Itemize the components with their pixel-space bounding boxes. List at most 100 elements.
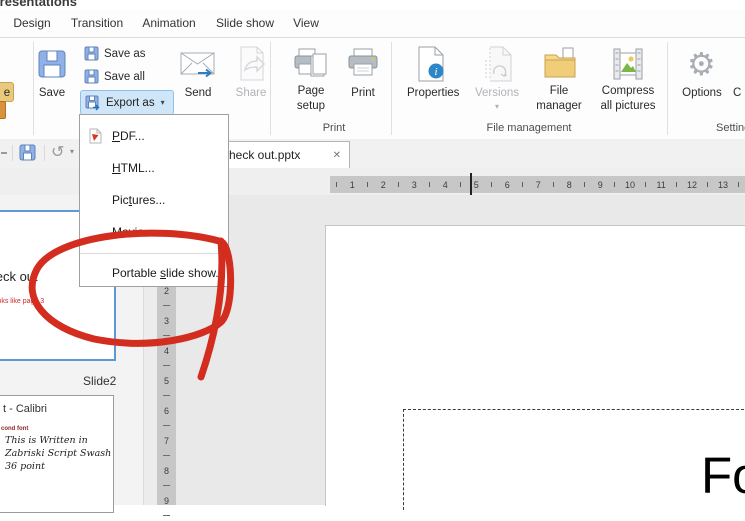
versions-label: Versions (472, 87, 522, 99)
page-setup-icon (294, 48, 328, 87)
document-tab[interactable]: check out.pptx ✕ (210, 141, 350, 168)
quick-save-icon (19, 144, 36, 161)
slide-thumbnail-2[interactable]: t - Calibri cond font This is Written in… (0, 395, 114, 513)
ruler-cell: 7 (516, 176, 547, 193)
settings-group-label: Settings (716, 122, 745, 134)
slide2-label: Slide2 (83, 374, 116, 388)
ruler-cell: 6 (157, 401, 176, 431)
slide1-note: looks like page 3 (0, 298, 44, 305)
undo-chevron-down-icon[interactable]: ▾ (70, 147, 74, 156)
tab-close-icon[interactable]: ✕ (333, 150, 341, 161)
print-button[interactable]: Print (342, 44, 384, 122)
save-button[interactable]: Save (32, 44, 72, 122)
export-as-icon (85, 95, 101, 111)
menu-design[interactable]: Design (6, 10, 58, 36)
pdf-icon (88, 128, 103, 144)
text-placeholder[interactable] (403, 409, 745, 510)
page-setup-label1: Page (288, 85, 334, 97)
menu-item-label: Movie... (112, 225, 154, 239)
ruler-margin-marker (470, 173, 472, 196)
share-button: Share (229, 44, 273, 122)
slide1-title: check out (0, 269, 38, 284)
slide-canvas[interactable]: Fo (325, 225, 745, 506)
export-as-label: Export as (106, 97, 155, 109)
save-icon (36, 48, 68, 85)
workspace: Fo (176, 195, 745, 505)
quick-save-button[interactable] (19, 144, 36, 166)
partial-button-label[interactable]: e (0, 87, 14, 99)
ruler-cell: 12 (671, 176, 702, 193)
file-management-group-label: File management (400, 122, 658, 134)
toolbar-separator (12, 145, 13, 161)
save-all-button[interactable]: Save all (84, 69, 145, 84)
document-tab-title: check out.pptx (223, 148, 333, 162)
group-separator (391, 42, 392, 135)
ruler-cell: 11 (640, 176, 671, 193)
send-button[interactable]: Send (177, 44, 219, 122)
ruler-cell: 9 (157, 491, 176, 521)
ruler-cell: 4 (157, 341, 176, 371)
group-separator (270, 42, 271, 135)
send-icon (180, 52, 216, 85)
export-as-button[interactable]: Export as ▾ (80, 90, 174, 115)
page-setup-label2: setup (288, 100, 334, 112)
menu-item-label: Portable slide show... (112, 266, 225, 280)
close-x-icon: ✕ (0, 101, 6, 119)
undo-button[interactable]: ↺ (51, 142, 64, 162)
share-label: Share (229, 87, 273, 99)
toolbar-overflow-dash-icon (1, 152, 7, 154)
menu-transition[interactable]: Transition (62, 10, 132, 36)
file-manager-icon (543, 46, 577, 85)
chevron-down-icon: ▾ (161, 98, 165, 107)
versions-icon (483, 46, 513, 87)
menu-slideshow[interactable]: Slide show (210, 10, 280, 36)
print-group-label: Print (274, 122, 394, 134)
save-as-icon (84, 46, 99, 61)
slide2-script-text: This is Written in Zabriski Script Swash… (5, 434, 111, 473)
options-button[interactable]: ⚙ Options (680, 44, 724, 122)
cut-right-button-label[interactable]: C (733, 87, 745, 99)
menu-item-pdf[interactable]: PDF... (80, 120, 228, 152)
ruler-cell: 8 (157, 461, 176, 491)
save-label: Save (32, 87, 72, 99)
gear-icon: ⚙ (687, 44, 716, 84)
menu-view[interactable]: View (286, 10, 326, 36)
toolbar-separator (44, 145, 45, 161)
menu-item-label: Pictures... (112, 193, 165, 207)
share-icon (237, 46, 267, 87)
menu-item-movie[interactable]: Movie... (80, 216, 228, 248)
compress-pictures-label1: Compress (597, 85, 659, 97)
properties-button[interactable]: i Properties (407, 44, 455, 122)
save-all-icon (84, 69, 99, 84)
file-manager-label1: File (534, 85, 584, 97)
save-as-label: Save as (104, 48, 146, 60)
ruler-cell: 1 (330, 176, 361, 193)
slide2-title: t - Calibri (3, 403, 47, 415)
menu-animation[interactable]: Animation (134, 10, 204, 36)
ruler-cell: 7 (157, 431, 176, 461)
print-icon (347, 48, 379, 85)
ruler-cell: 9 (578, 176, 609, 193)
ruler-cell: 3 (392, 176, 423, 193)
ruler-cell: 8 (547, 176, 578, 193)
menu-item-pictures[interactable]: Pictures... (80, 184, 228, 216)
ruler-cell: 5 (157, 371, 176, 401)
ruler-cell: 4 (423, 176, 454, 193)
options-label: Options (680, 87, 724, 99)
menu-item-label: HTML... (112, 161, 155, 175)
slide-big-text: Fo (701, 446, 745, 505)
properties-icon: i (416, 46, 446, 87)
send-label: Send (177, 87, 219, 99)
menu-bar: Design Transition Animation Slide show V… (0, 10, 745, 38)
save-as-button[interactable]: Save as (84, 46, 146, 61)
menu-item-portable-slide-show[interactable]: Portable slide show... (80, 254, 228, 291)
group-separator (667, 42, 668, 135)
horizontal-ruler: 12345678910111213 (330, 176, 745, 193)
properties-label: Properties (407, 87, 455, 99)
chevron-down-icon: ▾ (472, 102, 522, 111)
compress-pictures-label2: all pictures (597, 100, 659, 112)
menu-item-html[interactable]: HTML... (80, 152, 228, 184)
ruler-cell: 2 (361, 176, 392, 193)
print-label: Print (342, 87, 384, 99)
ruler-cell: 3 (157, 311, 176, 341)
